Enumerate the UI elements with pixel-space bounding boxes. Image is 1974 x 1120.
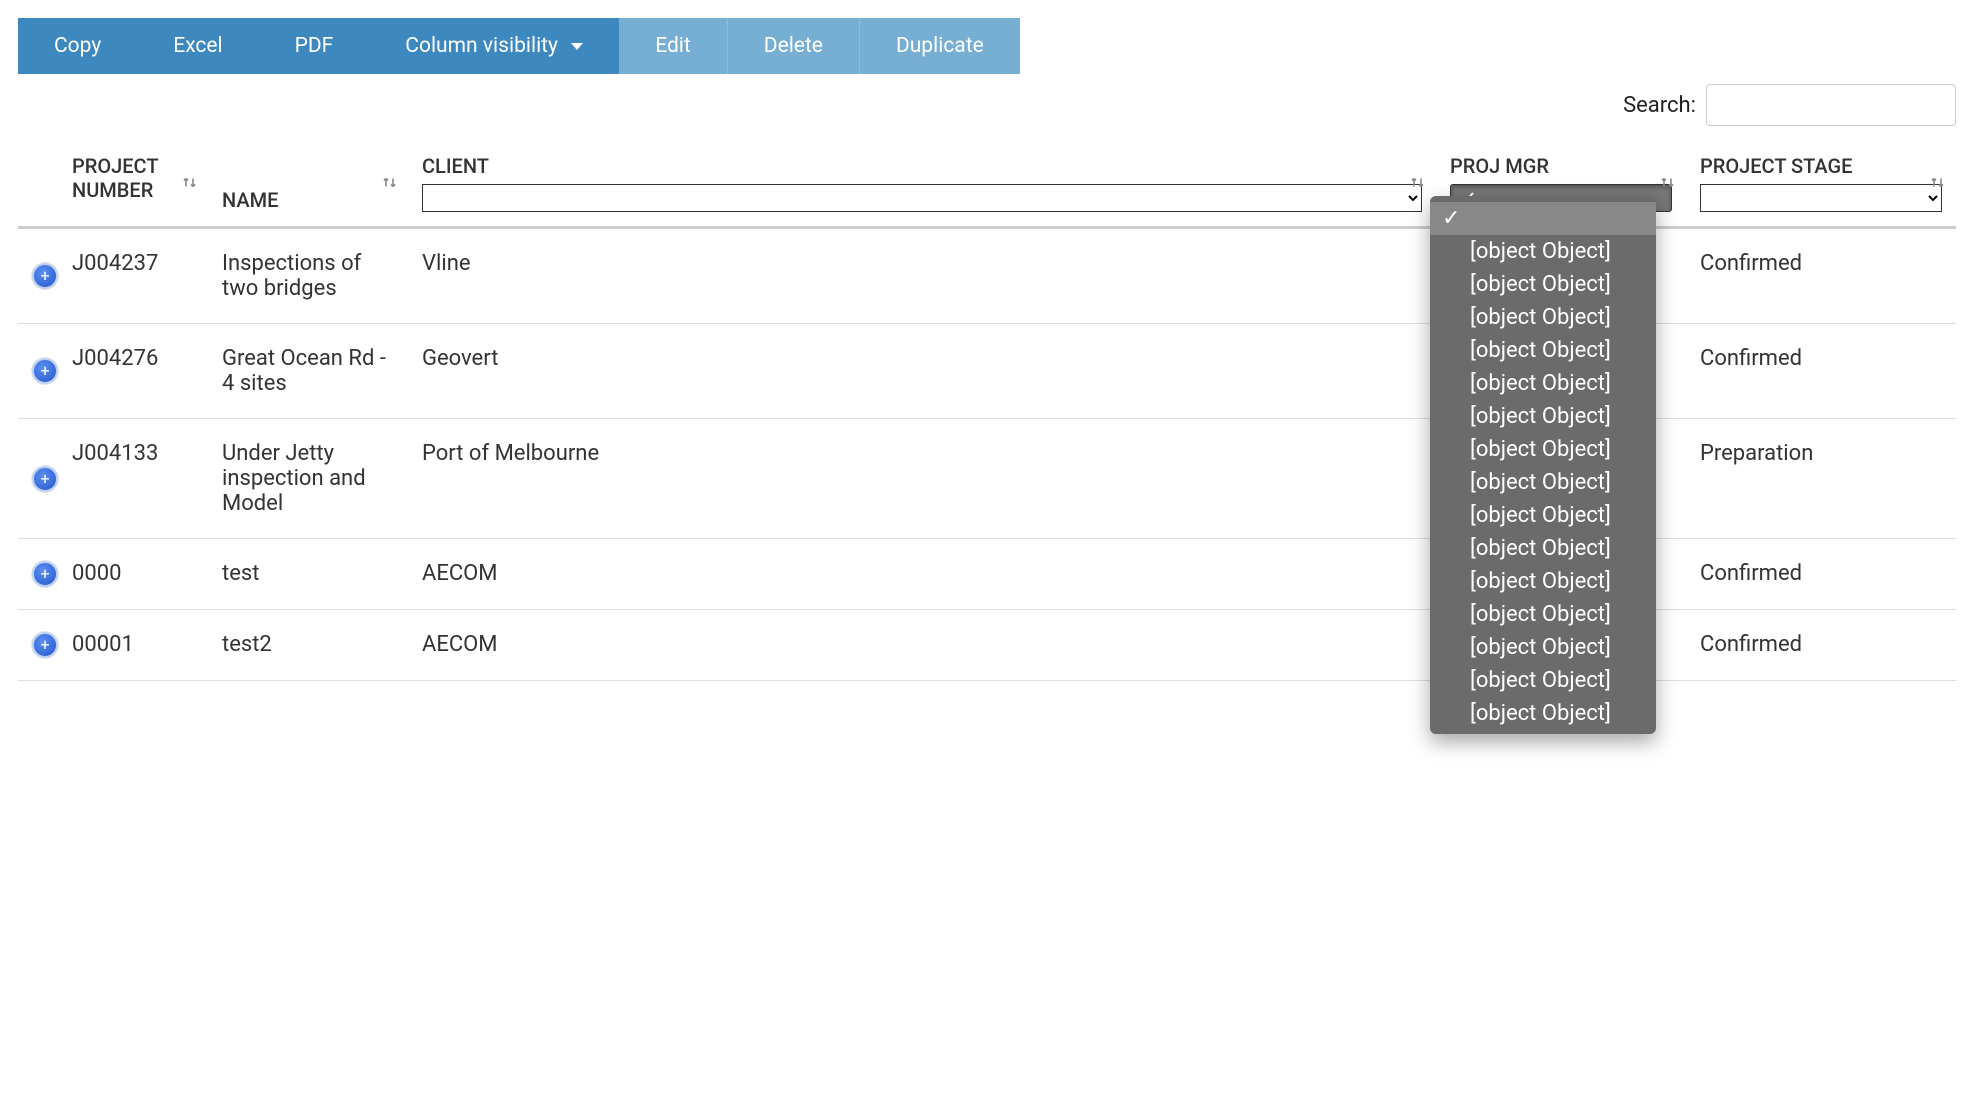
toolbar: Copy Excel PDF Column visibility Edit De… [18,18,1956,74]
sort-icon [1410,173,1426,198]
dropdown-option[interactable]: [object Object] [1430,367,1656,400]
duplicate-button[interactable]: Duplicate [859,18,1020,74]
dropdown-option[interactable] [1430,202,1656,235]
cell-name: test [208,539,408,610]
table-row[interactable]: +J004133Under Jetty inspection and Model… [18,419,1956,539]
sort-icon [382,173,398,198]
sort-icon [1930,173,1946,198]
cell-client: Vline [408,228,1436,324]
dropdown-option[interactable]: [object Object] [1430,235,1656,268]
column-visibility-label: Column visibility [405,34,558,58]
cell-project-stage: Confirmed [1686,610,1956,681]
expand-row-button[interactable]: + [32,632,58,658]
delete-button[interactable]: Delete [727,18,859,74]
cell-client: AECOM [408,539,1436,610]
cell-project-stage: Preparation [1686,419,1956,539]
cell-project-number: J004276 [58,324,208,419]
dropdown-option[interactable]: [object Object] [1430,565,1656,598]
search-row: Search: [18,84,1956,126]
copy-button[interactable]: Copy [18,18,137,74]
dropdown-option[interactable]: [object Object] [1430,400,1656,433]
expand-row-button[interactable]: + [32,561,58,587]
cell-project-stage: Confirmed [1686,228,1956,324]
col-project-number[interactable]: PROJECT NUMBER [58,144,208,228]
dropdown-option[interactable]: [object Object] [1430,598,1656,631]
caret-down-icon [571,43,583,50]
proj-mgr-dropdown[interactable]: [object Object][object Object][object Ob… [1430,196,1656,734]
cell-client: Port of Melbourne [408,419,1436,539]
search-input[interactable] [1706,84,1956,126]
dropdown-option[interactable]: [object Object] [1430,631,1656,664]
client-filter-select[interactable] [422,184,1422,212]
projects-table: PROJECT NUMBER NAME CLIENT [18,144,1956,681]
col-name[interactable]: NAME [208,144,408,228]
cell-client: Geovert [408,324,1436,419]
column-visibility-button[interactable]: Column visibility [369,18,619,74]
dropdown-option[interactable]: [object Object] [1430,532,1656,565]
dropdown-option[interactable]: [object Object] [1430,664,1656,697]
cell-name: test2 [208,610,408,681]
sort-icon [1660,173,1676,198]
sort-icon [182,173,198,198]
cell-client: AECOM [408,610,1436,681]
cell-project-stage: Confirmed [1686,539,1956,610]
col-client[interactable]: CLIENT [408,144,1436,228]
table-row[interactable]: +J004237Inspections of two bridgesVline C… [18,228,1956,324]
cell-project-number: J004237 [58,228,208,324]
expand-row-button[interactable]: + [32,358,58,384]
cell-name: Under Jetty inspection and Model [208,419,408,539]
expand-row-button[interactable]: + [32,466,58,492]
cell-project-number: 0000 [58,539,208,610]
dropdown-option[interactable]: [object Object] [1430,499,1656,532]
col-project-stage[interactable]: PROJECT STAGE [1686,144,1956,228]
table-row[interactable]: +00001test2AECOM Confirmed [18,610,1956,681]
dropdown-option[interactable]: [object Object] [1430,334,1656,367]
expand-row-button[interactable]: + [32,263,58,289]
pdf-button[interactable]: PDF [259,18,370,74]
dropdown-option[interactable]: [object Object] [1430,466,1656,499]
dropdown-option[interactable]: [object Object] [1430,268,1656,301]
edit-button[interactable]: Edit [619,18,727,74]
search-label: Search: [1623,93,1696,118]
cell-project-number: J004133 [58,419,208,539]
cell-project-number: 00001 [58,610,208,681]
dropdown-option[interactable]: [object Object] [1430,697,1656,730]
cell-name: Inspections of two bridges [208,228,408,324]
dropdown-option[interactable]: [object Object] [1430,301,1656,334]
project-stage-filter-select[interactable] [1700,184,1942,212]
cell-name: Great Ocean Rd - 4 sites [208,324,408,419]
table-row[interactable]: +0000testAECOM Confirmed [18,539,1956,610]
dropdown-option[interactable]: [object Object] [1430,433,1656,466]
excel-button[interactable]: Excel [137,18,258,74]
cell-project-stage: Confirmed [1686,324,1956,419]
table-row[interactable]: +J004276Great Ocean Rd - 4 sitesGeovert C… [18,324,1956,419]
